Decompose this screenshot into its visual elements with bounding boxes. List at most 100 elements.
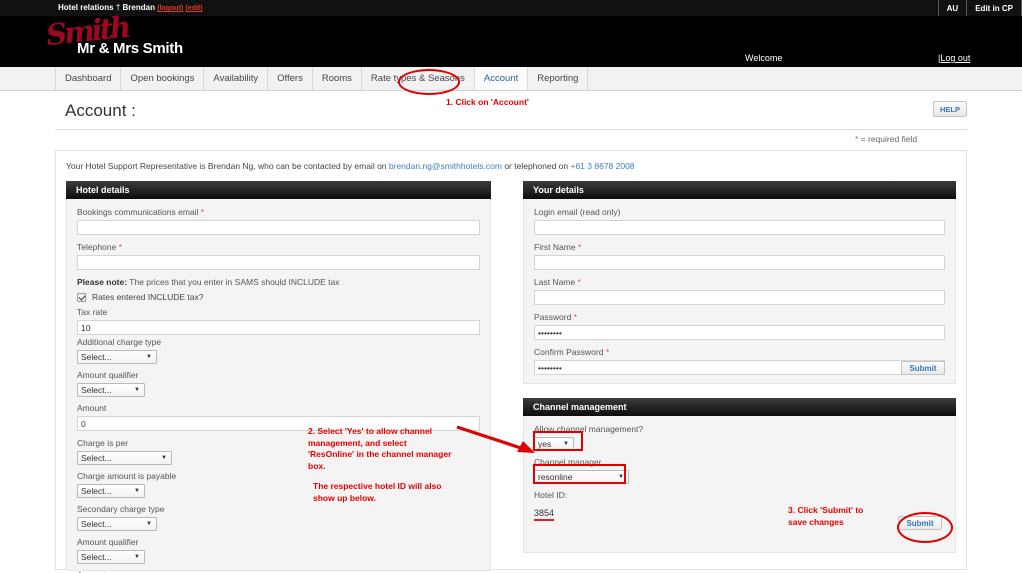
required-star: * xyxy=(605,347,610,357)
logo-brand-name: Mr & Mrs Smith xyxy=(77,40,183,57)
first-name-label: First Name * xyxy=(534,242,945,253)
rates-include-tax-checkbox[interactable] xyxy=(77,292,86,302)
rates-include-tax-label: Rates entered INCLUDE tax? xyxy=(92,292,204,302)
edit-in-cp-link[interactable]: Edit in CP xyxy=(966,0,1022,16)
amount-qualifier-select[interactable]: Select... ▼ xyxy=(77,383,145,397)
chevron-down-icon: ▼ xyxy=(161,455,167,461)
amount-qualifier-value: Select... xyxy=(81,385,112,395)
tab-offers[interactable]: Offers xyxy=(268,67,313,90)
app-screenshot: Hotel relations † Brendan (logout) (edit… xyxy=(0,0,1022,573)
annotation-step-3: 3. Click 'Submit' to save changes xyxy=(788,505,864,527)
channel-management-submit-button[interactable]: Submit xyxy=(898,516,942,530)
nav-tab-list: Dashboard Open bookings Availability Off… xyxy=(55,67,589,90)
your-details-heading: Your details xyxy=(523,181,956,199)
hotel-details-body: Bookings communications email * Telephon… xyxy=(66,199,491,573)
your-details-body: Login email (read only) First Name * Las… xyxy=(523,199,956,384)
support-text-before: Your Hotel Support Representative is Bre… xyxy=(66,161,389,171)
amount-qualifier2-value: Select... xyxy=(81,552,112,562)
password-label-text: Password xyxy=(534,312,572,322)
tab-reporting[interactable]: Reporting xyxy=(528,67,589,90)
tab-rooms[interactable]: Rooms xyxy=(312,67,362,90)
amount-qualifier-label: Amount qualifier xyxy=(77,370,139,380)
channel-management-panel: Channel management Allow channel managem… xyxy=(523,398,956,553)
utility-bar-right: AU Edit in CP xyxy=(937,0,1022,16)
chevron-down-icon: ▼ xyxy=(134,387,140,393)
annotation-step-1: 1. Click on 'Account' xyxy=(446,97,529,107)
telephone-label: Telephone * xyxy=(77,242,480,253)
tab-dashboard[interactable]: Dashboard xyxy=(55,67,122,90)
support-email-link[interactable]: brendan.ng@smithhotels.com xyxy=(389,161,502,171)
utility-bar: Hotel relations † Brendan (logout) (edit… xyxy=(0,0,1022,16)
charge-is-per-value: Select... xyxy=(81,453,112,463)
required-star: * xyxy=(118,242,122,252)
your-details-panel: Your details Login email (read only) Fir… xyxy=(523,181,956,384)
tab-account[interactable]: Account xyxy=(474,67,529,90)
required-field-note: * = required field xyxy=(855,134,917,144)
required-star: * xyxy=(573,312,578,322)
login-email-input xyxy=(534,220,945,235)
last-name-input[interactable] xyxy=(534,290,945,305)
username-label: Brendan xyxy=(122,3,155,12)
charge-amount-payable-value: Select... xyxy=(81,486,112,496)
tab-availability[interactable]: Availability xyxy=(204,67,269,90)
chevron-down-icon: ▼ xyxy=(146,354,152,360)
chevron-down-icon: ▼ xyxy=(134,488,140,494)
telephone-input[interactable] xyxy=(77,255,480,270)
charge-is-per-select[interactable]: Select... ▼ xyxy=(77,451,172,465)
hotel-id-value: 3854 xyxy=(534,508,555,521)
support-representative-line: Your Hotel Support Representative is Bre… xyxy=(66,161,635,171)
annotation-step-2b: The respective hotel ID will also show u… xyxy=(313,481,442,503)
help-button[interactable]: HELP xyxy=(933,101,967,117)
hotel-details-heading: Hotel details xyxy=(66,181,491,199)
bookings-email-label: Bookings communications email * xyxy=(77,207,480,218)
confirm-password-label: Confirm Password * xyxy=(534,347,945,358)
charge-amount-payable-select[interactable]: Select... ▼ xyxy=(77,484,145,498)
password-input[interactable] xyxy=(534,325,945,340)
tax-note: Please note: The prices that you enter i… xyxy=(77,277,480,287)
rates-include-tax-row[interactable]: Rates entered INCLUDE tax? xyxy=(77,292,480,302)
annotation-arrow-icon xyxy=(456,425,535,453)
amount-qualifier2-select[interactable]: Select... ▼ xyxy=(77,550,145,564)
channel-manager-label: Channel manager xyxy=(534,457,602,467)
logout-area: |Log out xyxy=(938,53,970,63)
tab-open-bookings[interactable]: Open bookings xyxy=(121,67,205,90)
confirm-password-label-text: Confirm Password xyxy=(534,347,604,357)
channel-manager-value: resonline xyxy=(538,472,573,482)
support-text-middle: or telephoned on xyxy=(501,161,571,171)
first-name-input[interactable] xyxy=(534,255,945,270)
hotel-relations-label: Hotel relations xyxy=(58,3,114,12)
secondary-charge-type-label: Secondary charge type xyxy=(77,504,165,514)
password-label: Password * xyxy=(534,312,945,323)
first-name-label-text: First Name xyxy=(534,242,576,252)
support-phone-link[interactable]: +61 3 8678 2008 xyxy=(570,161,634,171)
hotel-details-panel: Hotel details Bookings communications em… xyxy=(66,181,491,573)
required-note-text: = required field xyxy=(858,134,918,144)
hotel-id-label: Hotel ID: xyxy=(534,490,568,500)
tab-rate-types-seasons[interactable]: Rate types & Seasons xyxy=(361,67,475,90)
logout-link[interactable]: (logout) xyxy=(157,5,183,12)
bookings-email-label-text: Bookings communications email xyxy=(77,207,199,217)
secondary-charge-type-value: Select... xyxy=(81,519,112,529)
additional-charge-type-select[interactable]: Select... ▼ xyxy=(77,350,157,364)
log-out-link[interactable]: Log out xyxy=(940,53,970,63)
channel-manager-select[interactable]: resonline ▼ xyxy=(534,470,629,484)
telephone-label-text: Telephone xyxy=(77,242,117,252)
region-selector-au[interactable]: AU xyxy=(937,0,967,16)
tax-note-rest: The prices that you enter in SAMS should… xyxy=(127,277,340,287)
amount-qualifier2-label: Amount qualifier xyxy=(77,537,139,547)
channel-management-body: Allow channel management? yes ▼ Channel m… xyxy=(523,416,956,553)
tax-rate-input[interactable] xyxy=(77,320,480,335)
site-logo[interactable]: Smith Mr & Mrs Smith xyxy=(44,10,246,66)
confirm-password-input[interactable] xyxy=(534,360,945,375)
secondary-charge-type-select[interactable]: Select... ▼ xyxy=(77,517,157,531)
chevron-down-icon: ▼ xyxy=(563,441,569,447)
login-email-label: Login email (read only) xyxy=(534,207,621,217)
last-name-label: Last Name * xyxy=(534,277,945,288)
bookings-email-input[interactable] xyxy=(77,220,480,235)
chevron-down-icon: ▼ xyxy=(146,521,152,527)
last-name-label-text: Last Name xyxy=(534,277,576,287)
required-star: * xyxy=(577,242,582,252)
edit-link[interactable]: (edit) xyxy=(185,5,202,12)
your-details-submit-button[interactable]: Submit xyxy=(901,361,945,375)
chevron-down-icon: ▼ xyxy=(134,554,140,560)
